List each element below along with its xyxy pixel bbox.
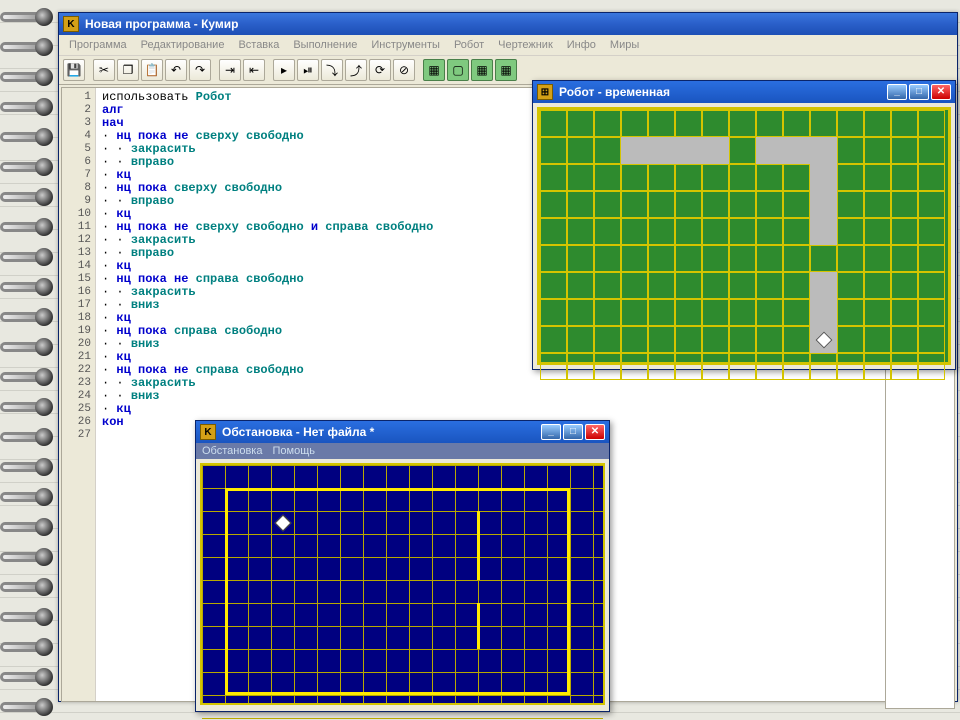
step-out-icon[interactable]: ⤴ (345, 59, 367, 81)
grid4-icon[interactable]: ▦ (495, 59, 517, 81)
obstanovka-window[interactable]: K Обстановка - Нет файла * _ □ ✕ Обстано… (195, 420, 610, 712)
obst-menu-Помощь[interactable]: Помощь (272, 445, 315, 457)
main-menubar[interactable]: ПрограммаРедактированиеВставкаВыполнение… (59, 35, 957, 56)
obst-menu-Обстановка[interactable]: Обстановка (202, 445, 262, 457)
obst-title: Обстановка - Нет файла * (222, 425, 374, 439)
menu-Программа[interactable]: Программа (63, 37, 133, 53)
menu-Редактирование[interactable]: Редактирование (135, 37, 231, 53)
obst-menubar[interactable]: Обстановка Помощь (196, 443, 609, 459)
outdent-icon[interactable]: ⇤ (243, 59, 265, 81)
paste-icon[interactable]: 📋 (141, 59, 163, 81)
minimize-icon[interactable]: _ (541, 424, 561, 440)
stop-icon[interactable]: ⊘ (393, 59, 415, 81)
main-titlebar[interactable]: K Новая программа - Кумир (59, 13, 957, 35)
step-icon[interactable]: ⏯ (297, 59, 319, 81)
grid1-icon[interactable]: ▦ (423, 59, 445, 81)
minimize-icon[interactable]: _ (887, 84, 907, 100)
wall (756, 137, 837, 164)
close-icon[interactable]: ✕ (931, 84, 951, 100)
close-icon[interactable]: ✕ (585, 424, 605, 440)
obst-titlebar[interactable]: K Обстановка - Нет файла * _ □ ✕ (196, 421, 609, 443)
menu-Инфо[interactable]: Инфо (561, 37, 602, 53)
robot-app-icon: ⊞ (537, 84, 553, 100)
run-icon[interactable]: ▸ (273, 59, 295, 81)
refresh-icon[interactable]: ⟳ (369, 59, 391, 81)
undo-icon[interactable]: ↶ (165, 59, 187, 81)
line-gutter: 1234567891011121314151617181920212223242… (62, 88, 96, 701)
app-icon: K (63, 16, 79, 32)
redo-icon[interactable]: ↷ (189, 59, 211, 81)
copy-icon[interactable]: ❐ (117, 59, 139, 81)
menu-Чертежник[interactable]: Чертежник (492, 37, 559, 53)
obst-app-icon: K (200, 424, 216, 440)
indent-icon[interactable]: ⇥ (219, 59, 241, 81)
maximize-icon[interactable]: □ (909, 84, 929, 100)
wall (810, 164, 837, 245)
grid2-icon[interactable]: ▢ (447, 59, 469, 81)
menu-Робот[interactable]: Робот (448, 37, 490, 53)
cut-icon[interactable]: ✂ (93, 59, 115, 81)
step-over-icon[interactable]: ⤵ (321, 59, 343, 81)
save-icon[interactable]: 💾 (63, 59, 85, 81)
menu-Инструменты[interactable]: Инструменты (365, 37, 446, 53)
main-title: Новая программа - Кумир (85, 17, 239, 31)
grid3-icon[interactable]: ▦ (471, 59, 493, 81)
wall (477, 603, 480, 649)
robot-grid[interactable] (537, 107, 951, 365)
menu-Миры[interactable]: Миры (604, 37, 645, 53)
notebook-spiral (0, 0, 55, 720)
robot-title: Робот - временная (559, 85, 670, 99)
wall (477, 511, 480, 580)
robot-titlebar[interactable]: ⊞ Робот - временная _ □ ✕ (533, 81, 955, 103)
menu-Вставка[interactable]: Вставка (232, 37, 285, 53)
obst-grid[interactable] (200, 463, 605, 705)
menu-Выполнение[interactable]: Выполнение (287, 37, 363, 53)
robot-window[interactable]: ⊞ Робот - временная _ □ ✕ (532, 80, 956, 370)
maximize-icon[interactable]: □ (563, 424, 583, 440)
wall (621, 137, 729, 164)
